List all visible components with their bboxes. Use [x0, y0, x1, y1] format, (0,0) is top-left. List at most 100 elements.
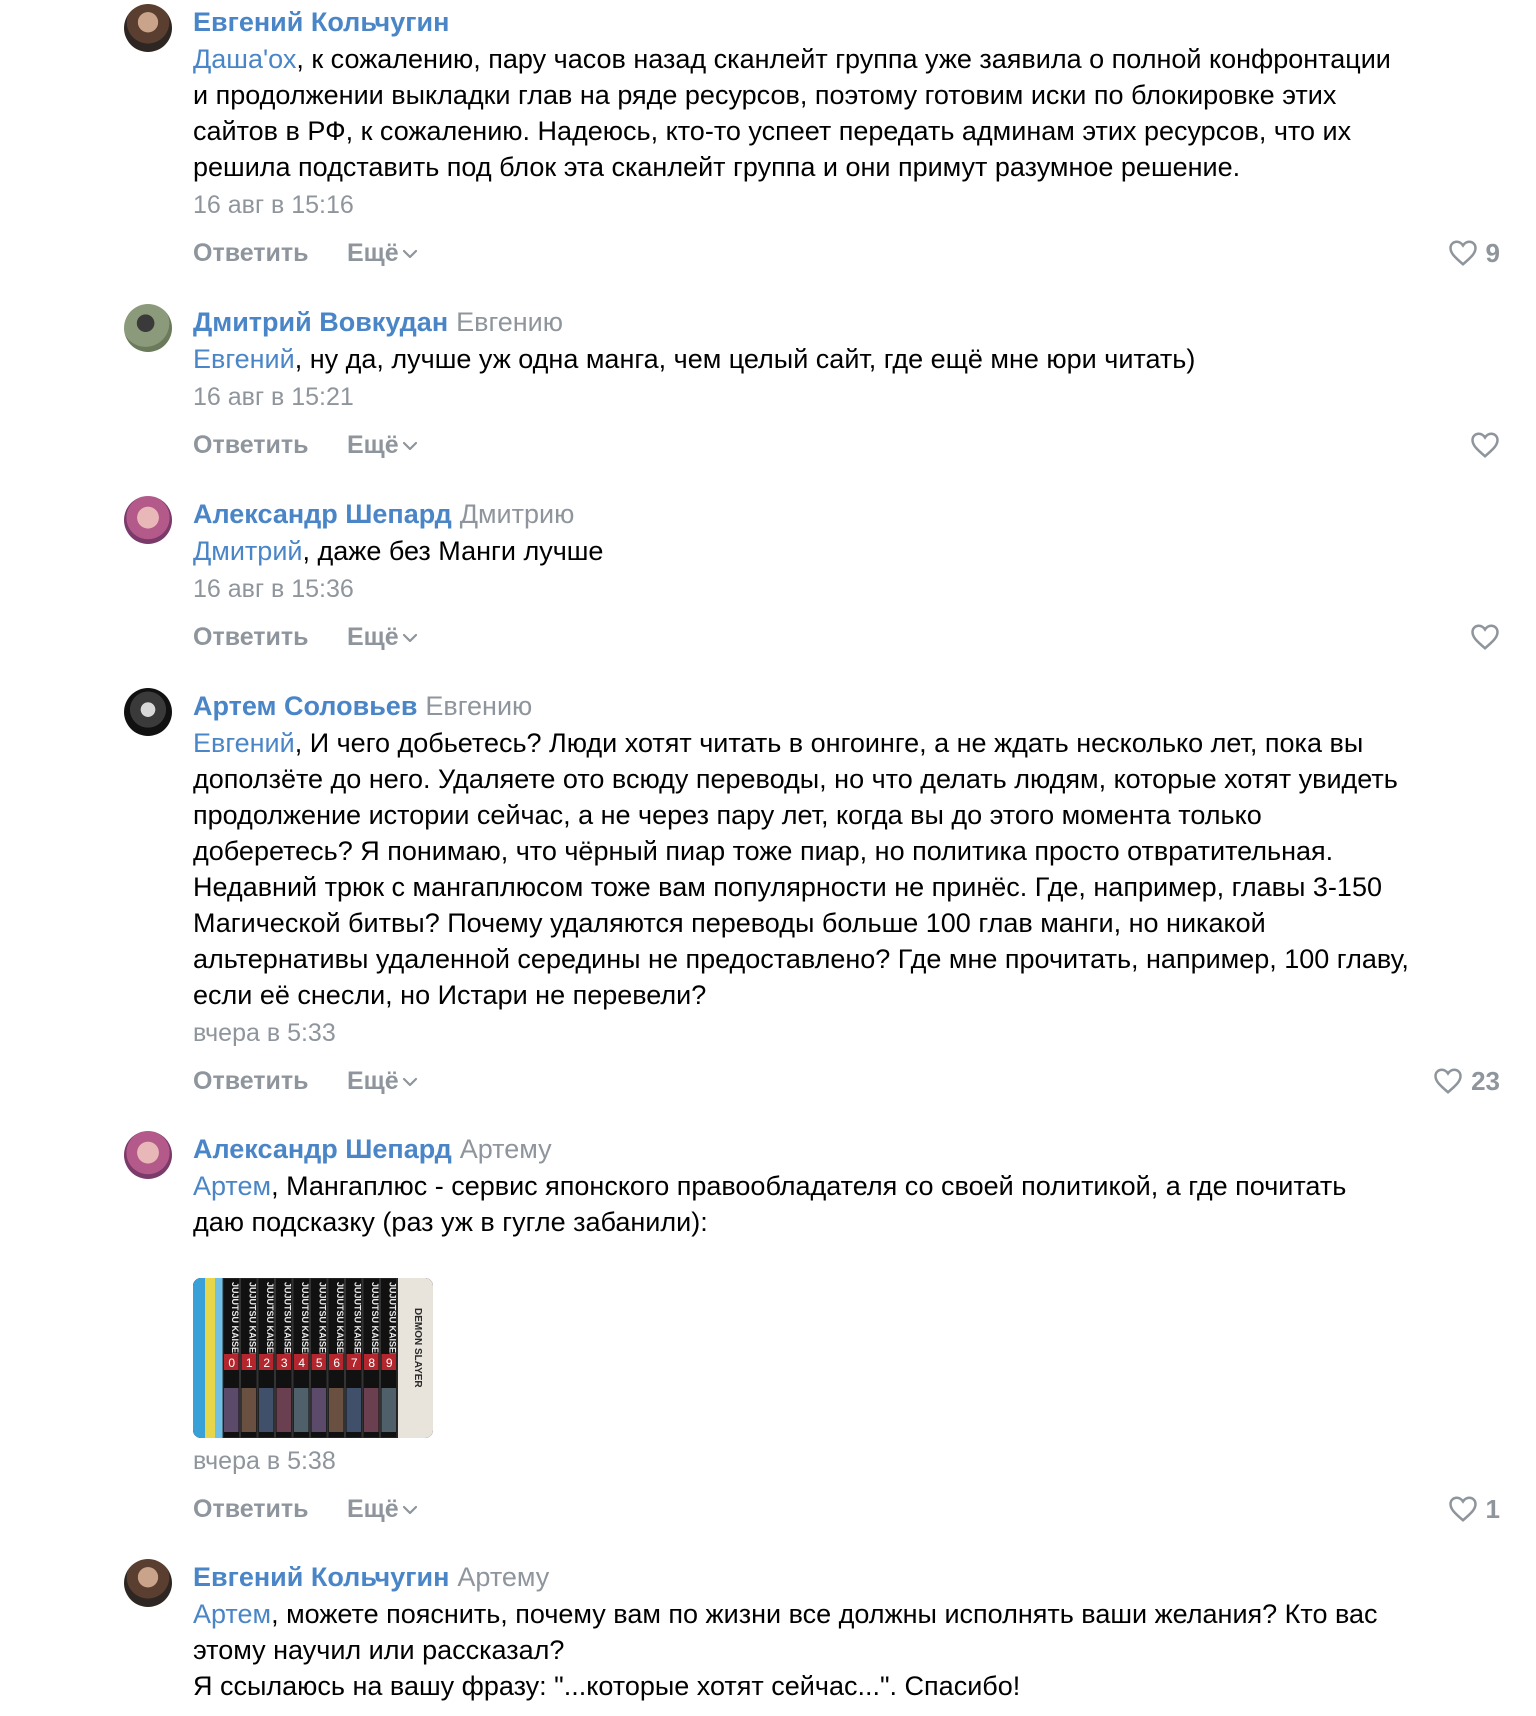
heart-icon — [1471, 624, 1499, 650]
comment-text: Дмитрий, даже без Манги лучше — [193, 536, 604, 566]
volume-number: 2 — [263, 1356, 270, 1370]
reply-button[interactable]: Ответить — [193, 1063, 309, 1099]
volume-number: 8 — [368, 1356, 375, 1370]
reply-to-label[interactable]: Дмитрию — [460, 499, 575, 529]
mention-link[interactable]: Даша'ох — [193, 44, 296, 74]
like-count: 9 — [1485, 238, 1500, 268]
like-button[interactable] — [1470, 619, 1500, 655]
comment-text: Евгений, И чего добьетесь? Люди хотят чи… — [193, 728, 1409, 1010]
comment-actions: Ответить Ещё — [193, 427, 1500, 463]
spine-label: JUJUTSU KAISEN — [247, 1282, 257, 1360]
volume-number: 3 — [281, 1356, 288, 1370]
comment-actions: Ответить Ещё 1 — [193, 1491, 1500, 1527]
spine-label: JUJUTSU KAISEN — [300, 1282, 310, 1360]
like-button[interactable] — [1470, 427, 1500, 463]
comment-text: Евгений, ну да, лучше уж одна манга, чем… — [193, 344, 1196, 374]
volume-number: 5 — [316, 1356, 323, 1370]
chevron-down-icon — [402, 1078, 417, 1087]
mention-link[interactable]: Дмитрий — [193, 536, 302, 566]
avatar[interactable] — [124, 688, 172, 736]
like-button[interactable]: 9 — [1448, 235, 1500, 271]
reply-button[interactable]: Ответить — [193, 619, 309, 655]
avatar[interactable] — [124, 496, 172, 544]
attached-photo[interactable]: JUJUTSU KAISEN 0 JUJUTSU KAISEN 1 JUJUTSU KA… — [193, 1278, 433, 1438]
volume-number: 7 — [351, 1356, 358, 1370]
comment-date[interactable]: 16 авг в 15:36 — [193, 572, 1500, 606]
reply-to-label[interactable]: Артему — [457, 1562, 549, 1592]
like-count: 23 — [1471, 1066, 1500, 1096]
chevron-down-icon — [402, 634, 417, 643]
reply-button[interactable]: Ответить — [193, 235, 309, 271]
mention-link[interactable]: Евгений — [193, 728, 295, 758]
comment-author[interactable]: Дмитрий Вовкудан — [193, 307, 448, 337]
avatar[interactable] — [124, 1559, 172, 1607]
reply-to-label[interactable]: Евгению — [425, 691, 532, 721]
comment-author[interactable]: Евгений Кольчугин — [193, 7, 449, 37]
heart-icon — [1448, 240, 1477, 266]
more-button[interactable]: Ещё — [347, 619, 419, 655]
comment-text: Артем, Мангаплюс - сервис японского прав… — [193, 1171, 1347, 1237]
like-count: 1 — [1485, 1494, 1500, 1524]
spine-art — [276, 1388, 291, 1432]
manga-shelf-image: JUJUTSU KAISEN0JUJUTSU KAISEN1JUJUTSU KA… — [193, 1278, 433, 1438]
comment-author[interactable]: Александр Шепард — [193, 1134, 452, 1164]
spine-label: JUJUTSU KAISEN — [335, 1282, 345, 1360]
spine-art — [346, 1388, 361, 1432]
volume-number: 1 — [246, 1356, 253, 1370]
volume-number: 6 — [333, 1356, 340, 1370]
heart-icon — [1434, 1068, 1462, 1094]
spine-art — [311, 1388, 326, 1432]
like-button[interactable]: 23 — [1433, 1063, 1500, 1099]
comment-date[interactable]: 16 авг в 15:16 — [193, 188, 1500, 222]
comment-text: Артем, можете пояснить, почему вам по жи… — [193, 1599, 1378, 1701]
comment-actions: Ответить Ещё 23 — [193, 1063, 1500, 1099]
avatar[interactable] — [124, 304, 172, 352]
mention-link[interactable]: Артем — [193, 1171, 271, 1201]
chevron-down-icon — [402, 442, 417, 451]
more-button[interactable]: Ещё — [347, 1491, 419, 1527]
heart-icon — [1471, 432, 1499, 458]
reply-button[interactable]: Ответить — [193, 427, 309, 463]
avatar[interactable] — [124, 1131, 172, 1179]
volume-number: 0 — [228, 1356, 235, 1370]
spine-label: JUJUTSU KAISEN — [387, 1282, 397, 1360]
spine-art — [329, 1388, 344, 1432]
spine-label: JUJUTSU KAISEN — [370, 1282, 380, 1360]
comment-actions: Ответить Ещё 9 — [193, 235, 1500, 271]
more-button[interactable]: Ещё — [347, 235, 419, 271]
spine-label: JUJUTSU KAISEN — [317, 1282, 327, 1360]
volume-number: 9 — [386, 1356, 393, 1370]
comment-author[interactable]: Артем Соловьев — [193, 691, 417, 721]
comment-date[interactable]: вчера в 5:33 — [193, 1016, 1500, 1050]
mention-link[interactable]: Артем — [193, 1599, 271, 1629]
comment-actions: Ответить Ещё — [193, 619, 1500, 655]
like-button[interactable]: 1 — [1448, 1491, 1500, 1527]
chevron-down-icon — [402, 1506, 417, 1515]
spine-art — [364, 1388, 379, 1432]
mention-link[interactable]: Евгений — [193, 344, 295, 374]
more-button[interactable]: Ещё — [347, 427, 419, 463]
heart-icon — [1448, 1496, 1477, 1522]
volume-number: 4 — [298, 1356, 305, 1370]
avatar[interactable] — [124, 4, 172, 52]
spine-label: JUJUTSU KAISEN — [352, 1282, 362, 1360]
more-button[interactable]: Ещё — [347, 1063, 419, 1099]
comment-date[interactable]: 16 авг в 15:21 — [193, 380, 1500, 414]
comment-text: Даша'ох, к сожалению, пару часов назад с… — [193, 44, 1391, 182]
chevron-down-icon — [402, 250, 417, 259]
spine-art — [224, 1388, 239, 1432]
reply-button[interactable]: Ответить — [193, 1491, 309, 1527]
comment-date[interactable]: вчера в 5:38 — [193, 1444, 1500, 1478]
spine-label: DEMON SLAYER — [412, 1308, 423, 1388]
spine-art — [381, 1388, 396, 1432]
comment-author[interactable]: Александр Шепард — [193, 499, 452, 529]
spine-label: JUJUTSU KAISEN — [230, 1282, 240, 1360]
spine-label: JUJUTSU KAISEN — [282, 1282, 292, 1360]
comment-author[interactable]: Евгений Кольчугин — [193, 1562, 449, 1592]
reply-to-label[interactable]: Евгению — [456, 307, 563, 337]
spine-art — [241, 1388, 256, 1432]
reply-to-label[interactable]: Артему — [460, 1134, 552, 1164]
spine-label: JUJUTSU KAISEN — [265, 1282, 275, 1360]
spine-art — [259, 1388, 274, 1432]
spine-art — [294, 1388, 309, 1432]
